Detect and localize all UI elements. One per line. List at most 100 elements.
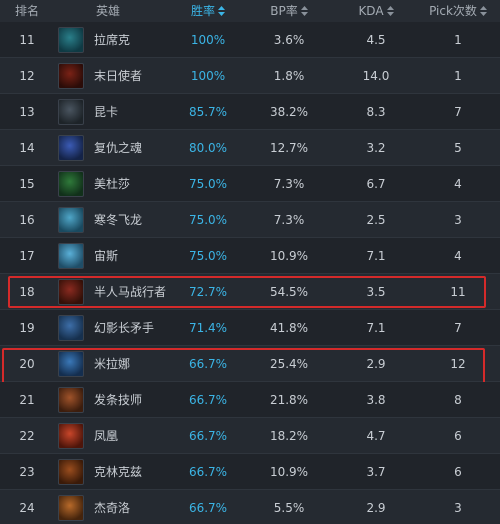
bp-rate-cell: 3.6%	[273, 33, 305, 47]
table-row[interactable]: 11 拉席克 100% 3.6% 4.5 1	[0, 22, 500, 58]
hero-name[interactable]: 拉席克	[94, 22, 130, 58]
rank-cell: 11	[19, 33, 35, 47]
pick-count-cell: 3	[454, 213, 462, 227]
table-row[interactable]: 21 发条技师 66.7% 21.8% 3.8 8	[0, 382, 500, 418]
bp-rate-cell: 10.9%	[269, 249, 309, 263]
pick-count-cell: 1	[454, 69, 462, 83]
hero-name[interactable]: 美杜莎	[94, 166, 130, 202]
kda-cell: 7.1	[366, 249, 386, 263]
rank-cell: 24	[19, 501, 35, 515]
bp-rate-cell: 1.8%	[273, 69, 305, 83]
rank-cell: 18	[19, 285, 35, 299]
table-row[interactable]: 18 半人马战行者 72.7% 54.5% 3.5 11	[0, 274, 500, 310]
pick-count-cell: 6	[454, 429, 462, 443]
hero-name[interactable]: 米拉娜	[94, 346, 130, 382]
rank-cell: 12	[19, 69, 35, 83]
bp-rate-cell: 25.4%	[269, 357, 309, 371]
hero-cell: 宙斯	[54, 238, 178, 274]
bp-rate-cell: 38.2%	[269, 105, 309, 119]
hero-name[interactable]: 半人马战行者	[94, 274, 166, 310]
kda-cell: 3.5	[366, 285, 386, 299]
hero-name[interactable]: 凤凰	[94, 418, 118, 454]
kda-cell: 3.7	[366, 465, 386, 479]
hero-stats-table: 排名 英雄 胜率 BP率 KDA Pick次数 11 拉席克 100% 3.6% 4.5…	[0, 0, 500, 524]
column-header-pick-label: Pick次数	[429, 4, 477, 18]
hero-name[interactable]: 克林克兹	[94, 454, 142, 490]
winrate-cell: 72.7%	[188, 285, 228, 299]
table-row[interactable]: 12 末日使者 100% 1.8% 14.0 1	[0, 58, 500, 94]
table-row[interactable]: 14 复仇之魂 80.0% 12.7% 3.2 5	[0, 130, 500, 166]
hero-portrait-icon	[58, 243, 84, 269]
kda-cell: 2.9	[366, 501, 386, 515]
table-row[interactable]: 23 克林克兹 66.7% 10.9% 3.7 6	[0, 454, 500, 490]
winrate-cell: 75.0%	[188, 213, 228, 227]
hero-portrait-icon	[58, 351, 84, 377]
rank-cell: 20	[19, 357, 35, 371]
hero-name[interactable]: 复仇之魂	[94, 130, 142, 166]
winrate-cell: 75.0%	[188, 249, 228, 263]
pick-count-cell: 4	[454, 249, 462, 263]
kda-cell: 3.2	[366, 141, 386, 155]
bp-rate-cell: 7.3%	[273, 177, 305, 191]
column-header-winrate-label: 胜率	[190, 4, 215, 18]
sort-icon	[386, 6, 394, 16]
rank-cell: 15	[19, 177, 35, 191]
kda-cell: 8.3	[366, 105, 386, 119]
column-header-bp[interactable]: BP率	[246, 0, 332, 22]
hero-cell: 昆卡	[54, 94, 178, 130]
table-row[interactable]: 13 昆卡 85.7% 38.2% 8.3 7	[0, 94, 500, 130]
sort-icon	[479, 6, 487, 16]
hero-cell: 米拉娜	[54, 346, 178, 382]
kda-cell: 6.7	[366, 177, 386, 191]
winrate-cell: 100%	[190, 33, 226, 47]
winrate-cell: 80.0%	[188, 141, 228, 155]
hero-name[interactable]: 杰奇洛	[94, 490, 130, 524]
table-row[interactable]: 17 宙斯 75.0% 10.9% 7.1 4	[0, 238, 500, 274]
hero-name[interactable]: 宙斯	[94, 238, 118, 274]
hero-portrait-icon	[58, 279, 84, 305]
pick-count-cell: 1	[454, 33, 462, 47]
bp-rate-cell: 5.5%	[273, 501, 305, 515]
column-header-winrate[interactable]: 胜率	[178, 0, 238, 22]
winrate-cell: 100%	[190, 69, 226, 83]
hero-cell: 杰奇洛	[54, 490, 178, 524]
kda-cell: 7.1	[366, 321, 386, 335]
table-row[interactable]: 20 米拉娜 66.7% 25.4% 2.9 12	[0, 346, 500, 382]
hero-portrait-icon	[58, 135, 84, 161]
hero-name[interactable]: 寒冬飞龙	[94, 202, 142, 238]
column-header-pick[interactable]: Pick次数	[418, 0, 498, 22]
pick-count-cell: 6	[454, 465, 462, 479]
column-header-kda-label: KDA	[358, 4, 384, 18]
winrate-cell: 66.7%	[188, 501, 228, 515]
hero-name[interactable]: 幻影长矛手	[94, 310, 154, 346]
hero-portrait-icon	[58, 495, 84, 521]
sort-icon	[218, 6, 225, 16]
rank-cell: 13	[19, 105, 35, 119]
pick-count-cell: 8	[454, 393, 462, 407]
kda-cell: 4.7	[366, 429, 386, 443]
table-row[interactable]: 16 寒冬飞龙 75.0% 7.3% 2.5 3	[0, 202, 500, 238]
table-row[interactable]: 22 凤凰 66.7% 18.2% 4.7 6	[0, 418, 500, 454]
table-row[interactable]: 24 杰奇洛 66.7% 5.5% 2.9 3	[0, 490, 500, 524]
kda-cell: 3.8	[366, 393, 386, 407]
winrate-cell: 66.7%	[188, 429, 228, 443]
bp-rate-cell: 41.8%	[269, 321, 309, 335]
pick-count-cell: 12	[450, 357, 466, 371]
hero-cell: 半人马战行者	[54, 274, 178, 310]
winrate-cell: 75.0%	[188, 177, 228, 191]
hero-portrait-icon	[58, 315, 84, 341]
column-header-kda[interactable]: KDA	[334, 0, 418, 22]
table-row[interactable]: 15 美杜莎 75.0% 7.3% 6.7 4	[0, 166, 500, 202]
hero-name[interactable]: 发条技师	[94, 382, 142, 418]
hero-cell: 寒冬飞龙	[54, 202, 178, 238]
hero-cell: 美杜莎	[54, 166, 178, 202]
rank-cell: 22	[19, 429, 35, 443]
table-row[interactable]: 19 幻影长矛手 71.4% 41.8% 7.1 7	[0, 310, 500, 346]
hero-name[interactable]: 昆卡	[94, 94, 118, 130]
hero-cell: 发条技师	[54, 382, 178, 418]
bp-rate-cell: 12.7%	[269, 141, 309, 155]
hero-portrait-icon	[58, 63, 84, 89]
rank-cell: 19	[19, 321, 35, 335]
table-header: 排名 英雄 胜率 BP率 KDA Pick次数	[0, 0, 500, 22]
hero-name[interactable]: 末日使者	[94, 58, 142, 94]
